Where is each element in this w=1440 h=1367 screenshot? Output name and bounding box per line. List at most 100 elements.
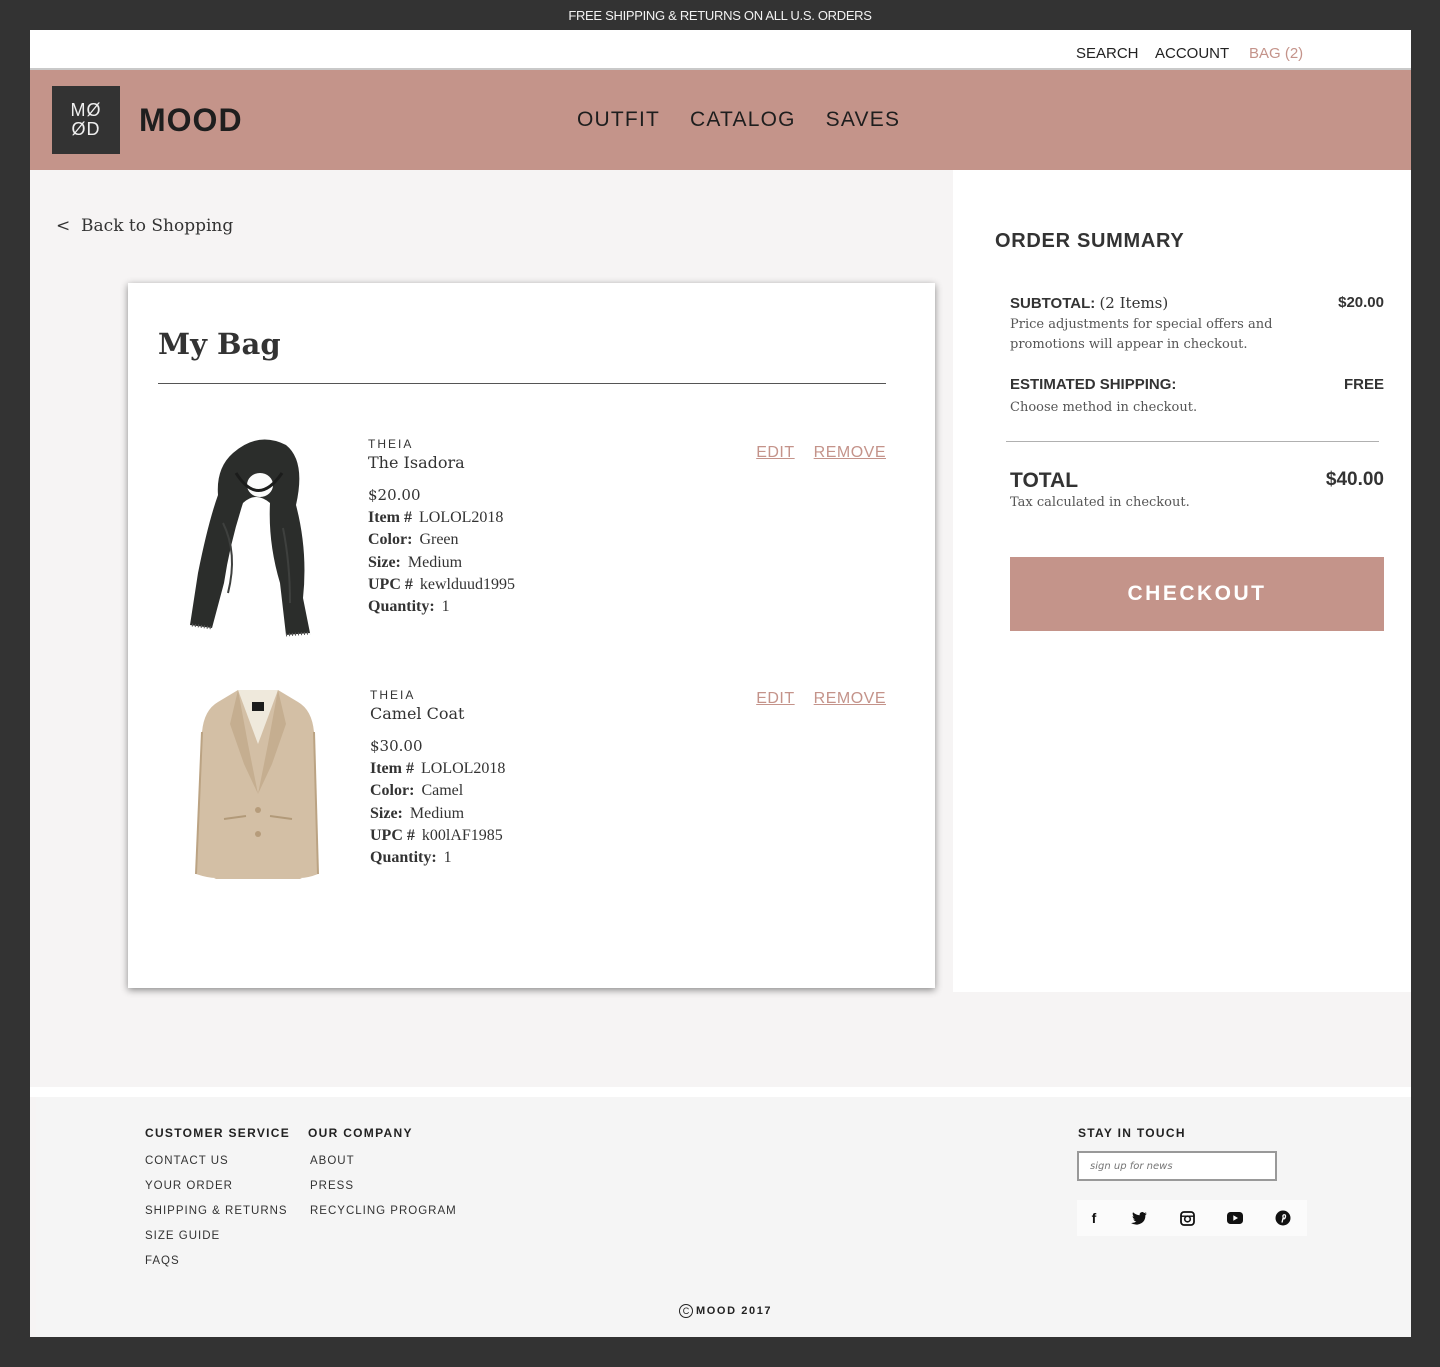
item-upc-value: kewlduud1995 <box>419 576 515 593</box>
twitter-icon[interactable] <box>1129 1208 1149 1228</box>
item-actions: EDIT REMOVE <box>756 444 886 462</box>
item-color-value: Green <box>419 531 459 548</box>
divider <box>1006 441 1379 442</box>
total-value: $40.00 <box>1325 469 1384 490</box>
facebook-icon[interactable]: f <box>1084 1208 1104 1228</box>
page-frame: SEARCH ACCOUNT BAG (2) MØ ØD MOOD OUTFIT… <box>30 30 1411 1337</box>
account-link[interactable]: ACCOUNT <box>1155 45 1229 62</box>
item-size: Size: Medium <box>368 554 462 572</box>
footer-link-your-order[interactable]: YOUR ORDER <box>145 1180 233 1192</box>
item-number: Item # LOLOL2018 <box>370 760 505 778</box>
scarf-image[interactable] <box>178 433 338 638</box>
shipping-value: FREE <box>1343 376 1384 393</box>
item-color-value: Camel <box>421 782 464 799</box>
item-quantity: Quantity: 1 <box>368 598 450 616</box>
nav-saves[interactable]: SAVES <box>826 108 900 132</box>
item-number-label: Item # <box>370 760 414 777</box>
item-size-label: Size: <box>368 554 401 571</box>
logo-top: MØ <box>70 100 102 120</box>
footer-link-contact[interactable]: CONTACT US <box>145 1155 229 1167</box>
item-upc-value: k00lAF1985 <box>421 827 503 844</box>
item-color-label: Color: <box>368 531 413 548</box>
summary-title: ORDER SUMMARY <box>995 230 1185 252</box>
item-price: $30.00 <box>370 737 423 755</box>
item-color: Color: Camel <box>370 782 463 800</box>
footer: CUSTOMER SERVICE CONTACT US YOUR ORDER S… <box>36 1097 1411 1337</box>
footer-divider <box>30 1087 1411 1097</box>
item-upc: UPC # k00lAF1985 <box>370 827 503 845</box>
copyright: C MOOD 2017 <box>679 1304 772 1318</box>
footer-link-about[interactable]: ABOUT <box>310 1155 355 1167</box>
subtotal-value: $20.00 <box>1338 294 1384 311</box>
subtotal-items: (2 Items) <box>1099 294 1169 312</box>
item-upc: UPC # kewlduud1995 <box>368 576 515 594</box>
item-upc-label: UPC # <box>368 576 413 593</box>
item-actions: EDIT REMOVE <box>756 690 886 708</box>
item-quantity-value: 1 <box>441 598 450 615</box>
our-company-heading: OUR COMPANY <box>308 1126 413 1140</box>
subtotal-note: Price adjustments for special offers and… <box>1010 317 1273 352</box>
edit-button[interactable]: EDIT <box>756 690 794 708</box>
item-quantity-label: Quantity: <box>370 849 437 866</box>
pinterest-icon[interactable] <box>1273 1208 1293 1228</box>
item-quantity-label: Quantity: <box>368 598 435 615</box>
item-number-value: LOLOL2018 <box>418 509 504 526</box>
total-label: TOTAL <box>1010 469 1079 492</box>
youtube-icon[interactable] <box>1225 1208 1245 1228</box>
item-name[interactable]: The Isadora <box>368 453 465 472</box>
brand-name[interactable]: MOOD <box>139 102 243 139</box>
utility-bar: SEARCH ACCOUNT BAG (2) <box>30 30 1411 70</box>
subtotal-label-text: SUBTOTAL: <box>1010 295 1096 312</box>
footer-link-shipping[interactable]: SHIPPING & RETURNS <box>145 1205 288 1217</box>
bag-link[interactable]: BAG (2) <box>1249 45 1303 62</box>
social-icons: f <box>1077 1200 1307 1236</box>
search-link[interactable]: SEARCH <box>1076 45 1139 62</box>
nav-outfit[interactable]: OUTFIT <box>577 108 660 132</box>
subtotal-label: SUBTOTAL: (2 Items) <box>1010 294 1168 312</box>
promo-banner: FREE SHIPPING & RETURNS ON ALL U.S. ORDE… <box>568 7 872 23</box>
logo[interactable]: MØ ØD <box>52 86 120 154</box>
shipping-note: Choose method in checkout. <box>1010 400 1198 415</box>
bag-card: My Bag THEIA The Isadora $20.00 Item # LO… <box>128 283 935 988</box>
footer-link-size-guide[interactable]: SIZE GUIDE <box>145 1230 220 1242</box>
item-color: Color: Green <box>368 531 459 549</box>
copyright-text: MOOD 2017 <box>696 1305 773 1317</box>
remove-button[interactable]: REMOVE <box>814 444 886 462</box>
stay-in-touch-heading: STAY IN TOUCH <box>1078 1126 1186 1140</box>
checkout-button[interactable]: CHECKOUT <box>1010 557 1384 631</box>
item-name[interactable]: Camel Coat <box>370 704 464 723</box>
bag-title: My Bag <box>158 327 281 361</box>
instagram-icon[interactable] <box>1177 1208 1197 1228</box>
item-size-value: Medium <box>409 805 465 822</box>
newsletter-input[interactable] <box>1077 1151 1277 1181</box>
edit-button[interactable]: EDIT <box>756 444 794 462</box>
bag-item: THEIA Camel Coat $30.00 Item # LOLOL2018 … <box>128 684 935 894</box>
blazer-image[interactable] <box>178 684 338 889</box>
back-to-shopping-link[interactable]: < Back to Shopping <box>56 216 233 236</box>
order-summary: ORDER SUMMARY SUBTOTAL: (2 Items) $20.00… <box>953 170 1411 992</box>
copyright-icon: C <box>679 1304 693 1318</box>
item-color-label: Color: <box>370 782 415 799</box>
divider <box>158 383 886 384</box>
item-quantity: Quantity: 1 <box>370 849 452 867</box>
main-nav: OUTFIT CATALOG SAVES <box>577 108 900 132</box>
item-number-label: Item # <box>368 509 412 526</box>
main-header: MØ ØD MOOD OUTFIT CATALOG SAVES <box>30 70 1411 170</box>
remove-button[interactable]: REMOVE <box>814 690 886 708</box>
item-price: $20.00 <box>368 486 421 504</box>
item-size: Size: Medium <box>370 805 464 823</box>
item-quantity-value: 1 <box>443 849 452 866</box>
item-number-value: LOLOL2018 <box>420 760 506 777</box>
logo-bottom: ØD <box>71 119 101 139</box>
footer-link-recycling[interactable]: RECYCLING PROGRAM <box>310 1205 457 1217</box>
nav-catalog[interactable]: CATALOG <box>690 108 796 132</box>
shipping-label: ESTIMATED SHIPPING: <box>1010 376 1177 393</box>
item-brand: THEIA <box>370 688 416 702</box>
total-note: Tax calculated in checkout. <box>1010 495 1190 510</box>
item-size-label: Size: <box>370 805 403 822</box>
item-number: Item # LOLOL2018 <box>368 509 503 527</box>
footer-link-faqs[interactable]: FAQS <box>145 1255 180 1267</box>
item-size-value: Medium <box>407 554 463 571</box>
footer-link-press[interactable]: PRESS <box>310 1180 354 1192</box>
item-brand: THEIA <box>368 437 414 451</box>
